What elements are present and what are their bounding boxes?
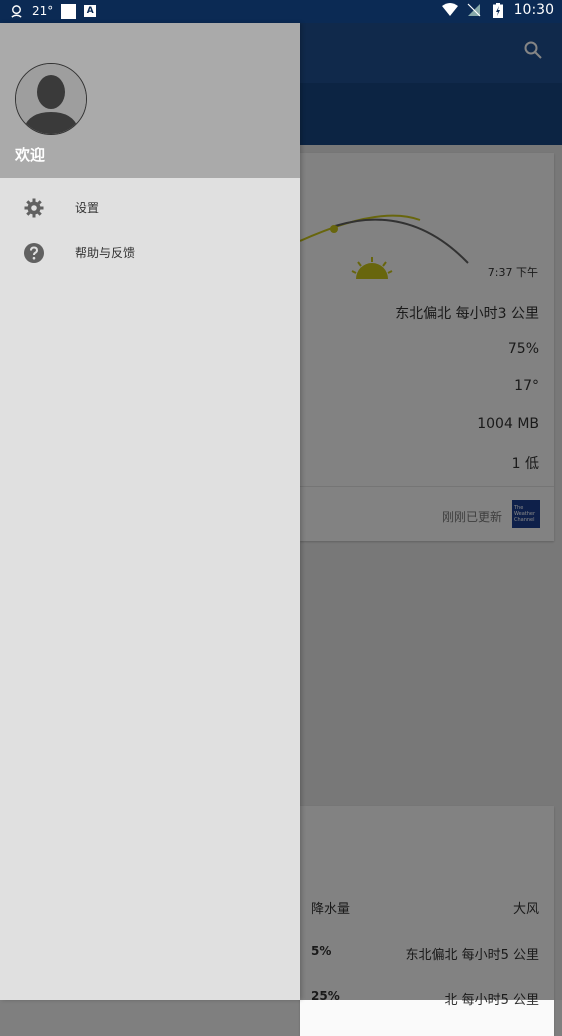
drawer-header: 欢迎 <box>0 23 300 178</box>
signal-icon <box>466 2 482 18</box>
notification-icon <box>8 3 24 19</box>
drawer-item-label: 帮助与反馈 <box>75 246 136 260</box>
status-square-icon <box>61 3 77 19</box>
drawer-item-help[interactable]: 帮助与反馈 <box>0 231 300 275</box>
battery-charging-icon <box>490 2 506 18</box>
wifi-icon <box>441 2 458 18</box>
navigation-drawer: 欢迎 设置 帮助与反馈 <box>0 23 300 1000</box>
help-icon <box>24 243 44 263</box>
status-temperature: 21° <box>32 4 54 18</box>
welcome-label: 欢迎 <box>15 146 46 164</box>
status-bar: 21° A 10:30 <box>0 0 562 23</box>
gear-icon <box>24 198 44 218</box>
avatar[interactable] <box>15 63 87 135</box>
user-avatar-icon <box>16 64 86 134</box>
drawer-item-label: 设置 <box>75 201 100 215</box>
drawer-item-settings[interactable]: 设置 <box>0 186 300 230</box>
status-a-icon: A <box>84 5 97 17</box>
status-time: 10:30 <box>513 2 554 18</box>
